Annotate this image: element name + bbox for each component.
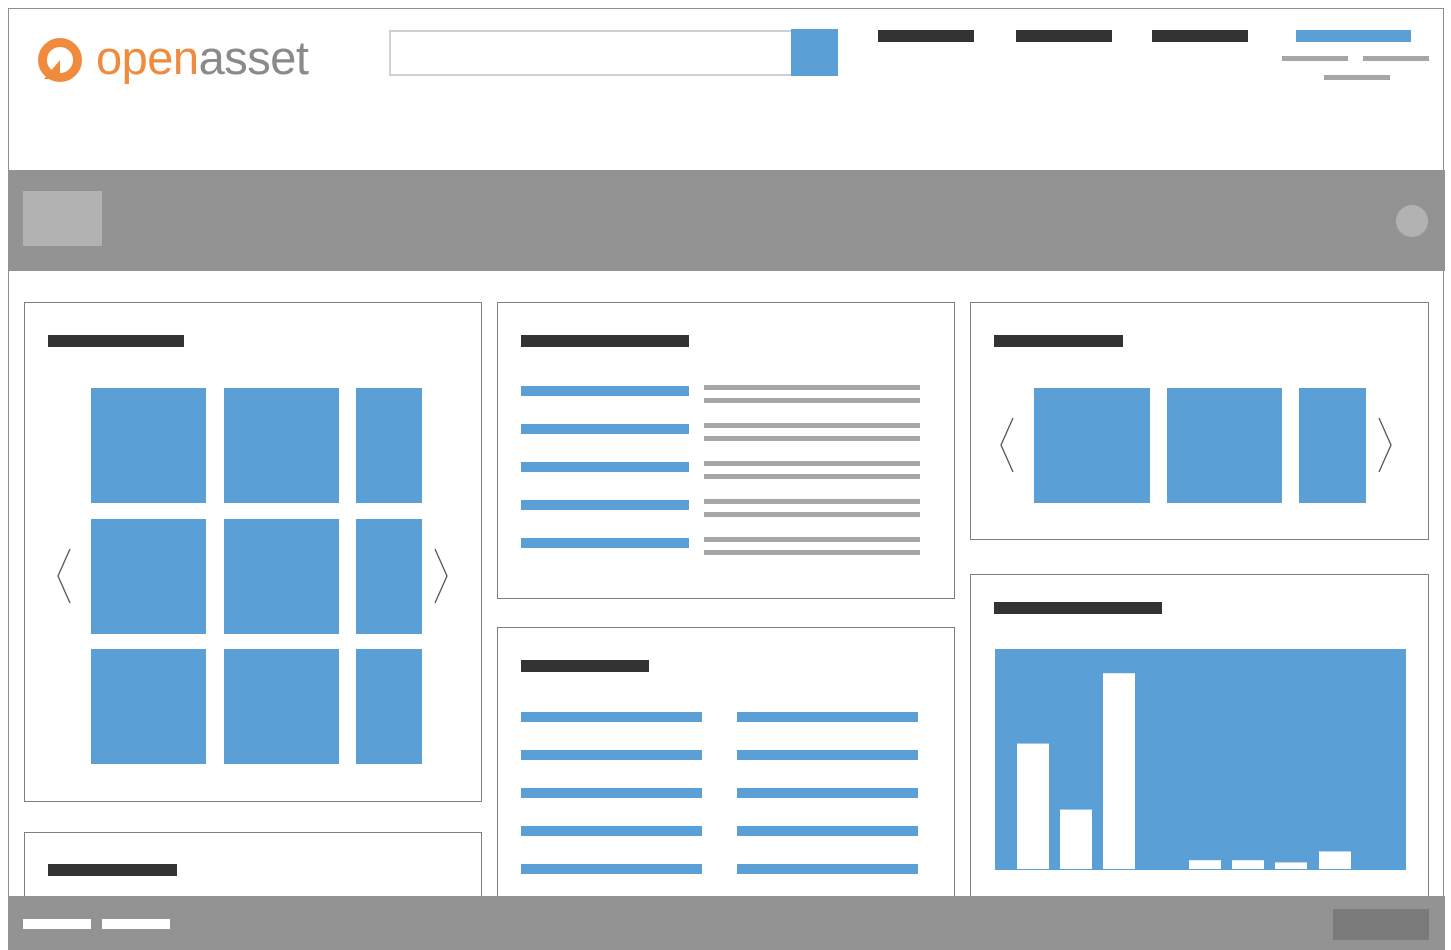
link-item[interactable] — [737, 712, 918, 722]
image-tile[interactable] — [224, 519, 339, 634]
list-item-description-line — [704, 398, 920, 403]
carousel-tile[interactable] — [1034, 388, 1150, 503]
footer-link-1[interactable] — [23, 919, 91, 929]
link-list-widget — [497, 627, 955, 927]
link-item[interactable] — [521, 712, 702, 722]
list-item-link[interactable] — [521, 462, 689, 472]
user-menu-line-2[interactable] — [1363, 56, 1429, 61]
widget-title — [994, 335, 1123, 347]
list-item[interactable] — [521, 537, 921, 558]
widget-title — [994, 602, 1162, 614]
logo-mark-icon — [38, 38, 82, 82]
nav-item-2[interactable] — [1016, 30, 1112, 42]
list-item-description-line — [704, 499, 920, 504]
user-menu-line-1[interactable] — [1282, 56, 1348, 61]
list-item-link[interactable] — [521, 424, 689, 434]
circle-icon[interactable] — [1396, 205, 1428, 237]
banner-thumbnail[interactable] — [23, 191, 102, 246]
search-button[interactable] — [791, 29, 838, 76]
list-item-description-line — [704, 423, 920, 428]
list-item-description-line — [704, 550, 920, 555]
image-tile[interactable] — [91, 388, 206, 503]
image-tile[interactable] — [356, 649, 422, 764]
image-tile[interactable] — [356, 388, 422, 503]
chart-bar[interactable] — [1103, 673, 1135, 869]
link-item[interactable] — [737, 788, 918, 798]
chevron-left-icon[interactable] — [55, 547, 73, 605]
nav-item-1[interactable] — [878, 30, 974, 42]
carousel-widget — [970, 302, 1429, 540]
link-item[interactable] — [521, 750, 702, 760]
bar-chart-widget — [970, 574, 1429, 934]
chevron-right-icon[interactable] — [1376, 416, 1394, 474]
list-item[interactable] — [521, 499, 921, 520]
image-tile[interactable] — [91, 519, 206, 634]
chart-bar[interactable] — [1319, 851, 1351, 869]
widget-title — [48, 864, 177, 876]
chart-bar[interactable] — [1017, 743, 1049, 869]
chart-bar[interactable] — [1189, 860, 1221, 869]
carousel-tile[interactable] — [1167, 388, 1282, 503]
image-tile[interactable] — [224, 388, 339, 503]
chart-bar[interactable] — [1060, 809, 1092, 869]
user-menu-line-3[interactable] — [1324, 75, 1390, 80]
chart-plot-area — [995, 649, 1406, 870]
bar-chart — [995, 649, 1406, 870]
list-item-description-line — [704, 436, 920, 441]
link-item[interactable] — [737, 826, 918, 836]
carousel-tile[interactable] — [1299, 388, 1366, 503]
list-item-description-line — [704, 474, 920, 479]
image-tile[interactable] — [224, 649, 339, 764]
link-item[interactable] — [737, 750, 918, 760]
nav-item-active[interactable] — [1296, 30, 1411, 42]
list-item-link[interactable] — [521, 500, 689, 510]
list-item-description-line — [704, 512, 920, 517]
list-item[interactable] — [521, 461, 921, 482]
chevron-left-icon[interactable] — [998, 416, 1016, 474]
chart-bar[interactable] — [1232, 860, 1264, 869]
chart-bar[interactable] — [1275, 862, 1307, 869]
list-item-link[interactable] — [521, 386, 689, 396]
list-item-description-line — [704, 537, 920, 542]
openasset-logo[interactable]: openasset — [36, 30, 326, 90]
list-item-description-line — [704, 461, 920, 466]
link-item[interactable] — [521, 864, 702, 874]
logo-asset-text: asset — [198, 31, 309, 84]
widget-title — [521, 335, 689, 347]
logo-wordmark: openasset — [96, 30, 309, 86]
link-item[interactable] — [521, 788, 702, 798]
list-item-description-line — [704, 385, 920, 390]
list-item[interactable] — [521, 385, 921, 406]
image-grid-widget — [24, 302, 482, 802]
search-input[interactable] — [389, 30, 793, 76]
banner-bar — [8, 170, 1445, 271]
image-tile[interactable] — [91, 649, 206, 764]
image-tile[interactable] — [356, 519, 422, 634]
link-item[interactable] — [737, 864, 918, 874]
footer-button[interactable] — [1333, 909, 1429, 940]
nav-item-3[interactable] — [1152, 30, 1248, 42]
chevron-right-icon[interactable] — [432, 547, 450, 605]
footer-link-2[interactable] — [102, 919, 170, 929]
widget-title — [521, 660, 649, 672]
list-item-link[interactable] — [521, 538, 689, 548]
logo-open-text: open — [96, 31, 199, 84]
list-item[interactable] — [521, 423, 921, 444]
footer-bar — [8, 896, 1445, 950]
widget-title — [48, 335, 184, 347]
list-widget — [497, 302, 955, 599]
link-item[interactable] — [521, 826, 702, 836]
